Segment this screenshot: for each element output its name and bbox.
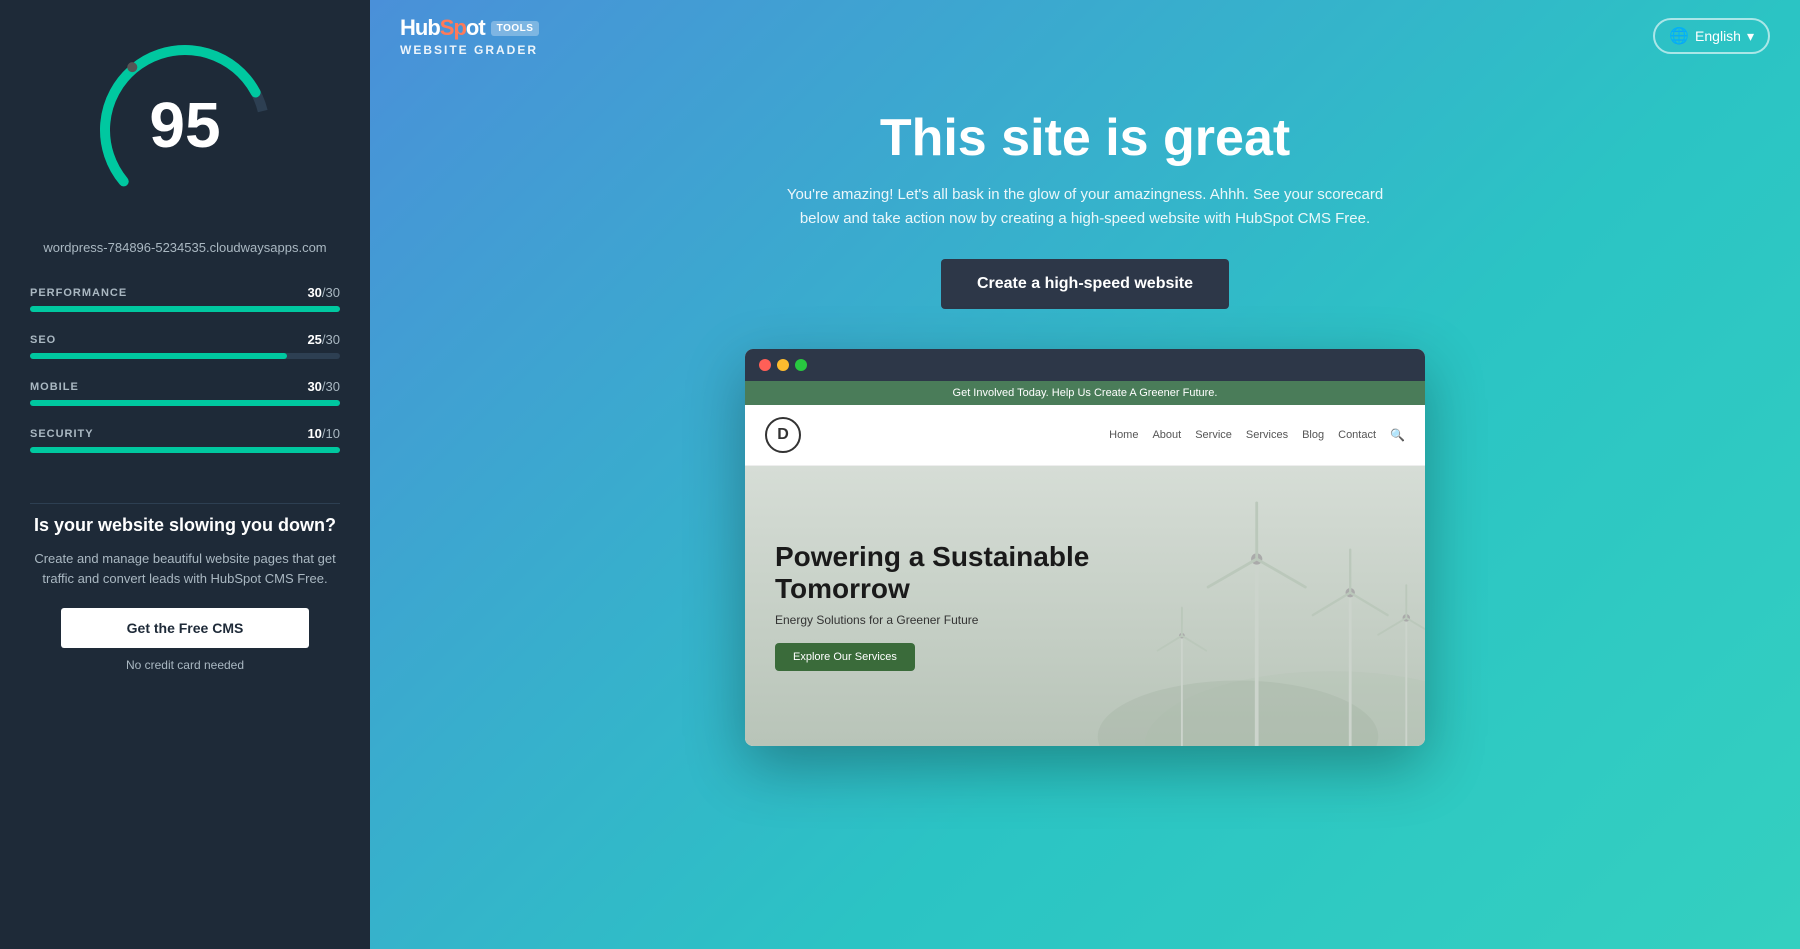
browser-mockup: Get Involved Today. Help Us Create A Gre… [745,349,1425,746]
chevron-down-icon: ▾ [1747,28,1754,45]
browser-dot-yellow [777,359,789,371]
nav-home: Home [1109,429,1138,441]
metric-label-performance: PERFORMANCE [30,287,127,299]
nav-service: Service [1195,429,1232,441]
metric-score-mobile: 30/30 [307,379,340,394]
metric-label-security: SECURITY [30,428,94,440]
metric-label-mobile: MOBILE [30,381,79,393]
metrics-section: PERFORMANCE 30/30 SEO 25/30 [30,285,340,473]
browser-nav: Home About Service Services Blog Contact… [1109,428,1405,442]
browser-banner: Get Involved Today. Help Us Create A Gre… [745,381,1425,405]
sidebar-cta: Is your website slowing you down? Create… [30,503,340,672]
explore-services-button[interactable]: Explore Our Services [775,643,915,671]
browser-dot-green [795,359,807,371]
language-label: English [1695,28,1741,44]
language-selector[interactable]: 🌐 English ▾ [1653,18,1770,54]
cta-heading: Is your website slowing you down? [30,514,340,537]
sidebar: 95 wordpress-784896-5234535.cloudwaysapp… [0,0,370,949]
hero-section: This site is great You're amazing! Let's… [735,110,1435,349]
metric-bar-fill-seo [30,353,287,359]
nav-about: About [1152,429,1181,441]
turbines-illustration [1051,466,1425,746]
cta-text: Create and manage beautiful website page… [30,549,340,588]
main-content: HubSpot TOOLS WEBSITE GRADER 🌐 English ▾… [370,0,1800,949]
metric-row-performance: PERFORMANCE 30/30 [30,285,340,312]
get-free-cms-button[interactable]: Get the Free CMS [61,608,309,648]
metric-score-security: 10/10 [307,426,340,441]
create-website-button[interactable]: Create a high-speed website [941,259,1229,309]
hero-title: This site is great [775,110,1395,167]
metric-bar-bg-performance [30,306,340,312]
top-nav: HubSpot TOOLS WEBSITE GRADER 🌐 English ▾ [370,0,1800,72]
metric-bar-bg-security [30,447,340,453]
nav-services: Services [1246,429,1288,441]
nav-blog: Blog [1302,429,1324,441]
metric-score-seo: 25/30 [307,332,340,347]
metric-bar-bg-mobile [30,400,340,406]
globe-icon: 🌐 [1669,26,1689,46]
metric-bar-bg-seo [30,353,340,359]
cta-note: No credit card needed [30,658,340,672]
metric-row-seo: SEO 25/30 [30,332,340,359]
browser-chrome-bar [745,349,1425,381]
hubspot-wordmark: HubSpot [400,15,485,41]
metric-row-security: SECURITY 10/10 [30,426,340,453]
search-icon: 🔍 [1390,428,1405,442]
hubspot-logo: HubSpot TOOLS WEBSITE GRADER [400,15,539,57]
metric-row-mobile: MOBILE 30/30 [30,379,340,406]
tools-badge: TOOLS [491,21,540,36]
metric-bar-fill-security [30,447,340,453]
browser-site-header: D Home About Service Services Blog Conta… [745,405,1425,466]
hero-subtitle: You're amazing! Let's all bask in the gl… [775,183,1395,231]
nav-contact: Contact [1338,429,1376,441]
browser-hero-section: Powering a Sustainable Tomorrow Energy S… [745,466,1425,746]
website-grader-label: WEBSITE GRADER [400,43,538,57]
score-gauge: 95 [85,30,285,230]
metric-score-performance: 30/30 [307,285,340,300]
metric-bar-fill-performance [30,306,340,312]
metric-label-seo: SEO [30,334,56,346]
score-value: 95 [149,88,220,162]
metric-bar-fill-mobile [30,400,340,406]
browser-dot-red [759,359,771,371]
browser-logo: D [765,417,801,453]
